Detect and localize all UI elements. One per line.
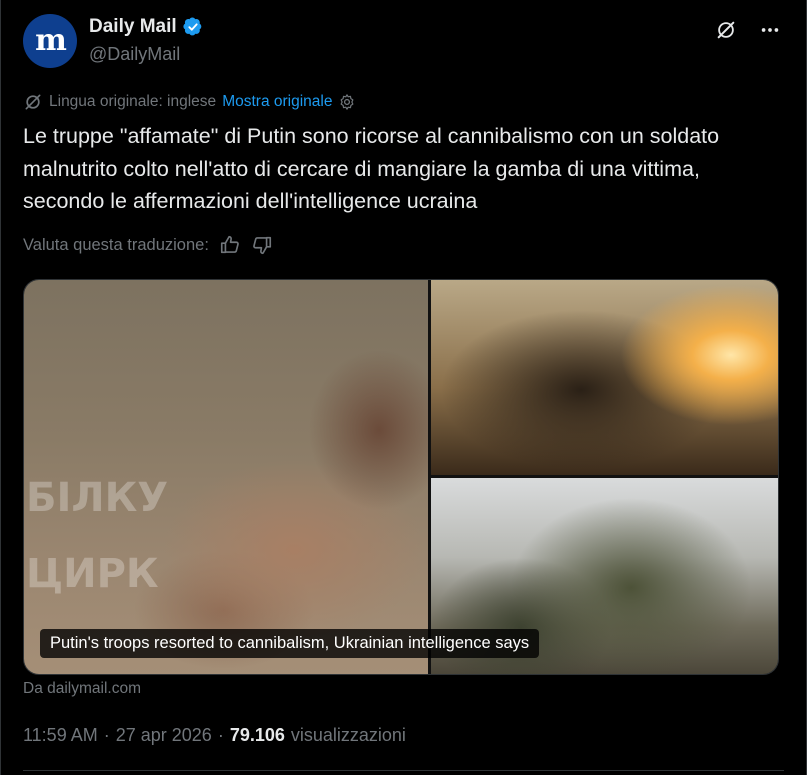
views-count[interactable]: 79.106 bbox=[230, 725, 285, 746]
link-card-media[interactable]: БІЛКУ ЦИРК Putin's troops resorted to ca… bbox=[23, 279, 779, 675]
show-original-link[interactable]: Mostra originale bbox=[222, 93, 332, 111]
photo-artillery-firing bbox=[431, 280, 778, 475]
grok-slash-icon[interactable] bbox=[714, 18, 738, 42]
top-actions bbox=[714, 18, 782, 42]
thumbs-down-icon[interactable] bbox=[251, 234, 273, 256]
original-language-label: Lingua originale: inglese bbox=[49, 93, 217, 110]
tweet-meta: 11:59 AM · 27 apr 2026 · 79.106 visualiz… bbox=[23, 725, 406, 746]
rate-translation-label: Valuta questa traduzione: bbox=[23, 235, 209, 254]
tweet-text: Le truppe "affamate" di Putin sono ricor… bbox=[23, 124, 720, 213]
gear-icon[interactable] bbox=[338, 93, 356, 111]
meta-separator: · bbox=[103, 725, 110, 745]
tweet-detail: m Daily Mail @DailyMail Lingua originale… bbox=[0, 0, 807, 775]
photo-soldier-crawling: БІЛКУ ЦИРК bbox=[24, 280, 428, 674]
rate-translation-row: Valuta questa traduzione: bbox=[23, 234, 273, 256]
verified-badge-icon[interactable] bbox=[183, 17, 203, 37]
author-display-name[interactable]: Daily Mail bbox=[89, 16, 177, 38]
avatar[interactable]: m bbox=[23, 14, 77, 68]
author-name-row: Daily Mail bbox=[89, 16, 203, 38]
author-handle[interactable]: @DailyMail bbox=[89, 44, 180, 65]
meta-separator: · bbox=[217, 725, 224, 745]
more-dots-icon[interactable] bbox=[758, 18, 782, 42]
avatar-logo: m bbox=[35, 23, 67, 58]
views-label: visualizzazioni bbox=[290, 725, 406, 745]
link-card-caption: Putin's troops resorted to cannibalism, … bbox=[40, 629, 540, 658]
tweet-date[interactable]: 27 apr 2026 bbox=[116, 725, 212, 746]
divider bbox=[23, 770, 784, 771]
translate-slash-icon bbox=[25, 94, 41, 110]
watermark-text: БІЛКУ ЦИРК bbox=[26, 475, 169, 597]
tweet-time[interactable]: 11:59 AM bbox=[23, 725, 98, 746]
thumbs-up-icon[interactable] bbox=[219, 234, 241, 256]
link-source[interactable]: Da dailymail.com bbox=[23, 680, 141, 698]
translation-bar: Lingua originale: inglese Mostra origina… bbox=[23, 92, 356, 112]
